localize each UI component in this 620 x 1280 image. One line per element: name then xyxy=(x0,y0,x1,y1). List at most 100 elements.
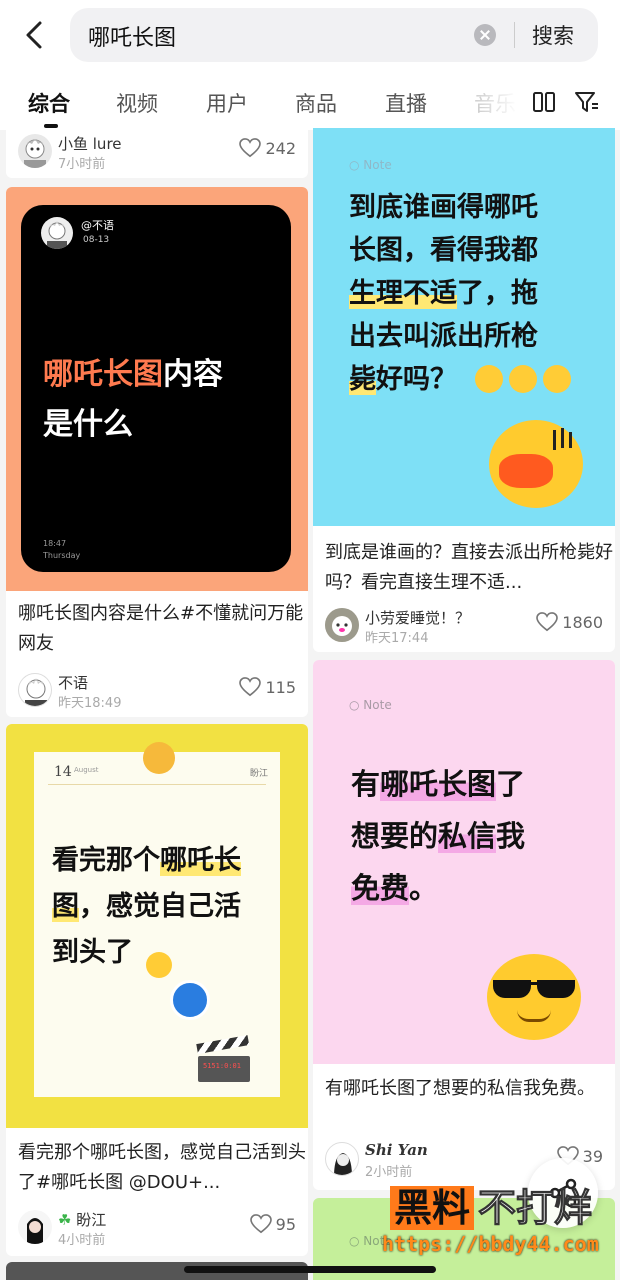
paper-line1-highlight: 哪吒长 xyxy=(160,845,241,876)
filter-icon[interactable] xyxy=(574,90,600,114)
author-name[interactable]: Shi Yan xyxy=(365,1141,428,1159)
top-bar: 哪吒长图 搜索 综合 视频 用户 商品 直播 音乐 xyxy=(0,0,620,130)
tab-general[interactable]: 综合 xyxy=(28,88,70,118)
post-cover-image: ○ Note 到底谁画得哪吒 长图，看得我都 生理不适了，拖 出去叫派出所枪 毙… xyxy=(313,128,615,526)
category-tabs: 综合 视频 用户 商品 直播 音乐 xyxy=(0,82,620,130)
avatar[interactable] xyxy=(18,134,52,168)
heart-icon[interactable] xyxy=(239,677,262,697)
clover-icon: ☘ xyxy=(58,1211,72,1229)
like-count[interactable]: 1860 xyxy=(536,612,603,632)
like-count[interactable]: 242 xyxy=(239,138,296,158)
image-clock: 18:47 xyxy=(43,539,67,548)
headline-line2: 长图，看得我都 xyxy=(349,235,538,266)
like-count-value: 39 xyxy=(582,1146,603,1166)
image-date: 08-13 xyxy=(83,235,110,245)
watermark-url: https://bbdy44.com xyxy=(382,1232,599,1256)
note-label: ○ Note xyxy=(349,698,392,712)
paper-author: 盼江 xyxy=(249,769,268,779)
clapperboard-icon: 5151:0:01 xyxy=(196,1035,250,1082)
feed-card[interactable]: 14 August 盼江 看完那个哪吒长 图，感觉自己活 到头了 5151:0:… xyxy=(6,724,308,1256)
tab-video[interactable]: 视频 xyxy=(116,88,158,118)
paper-line1: 看完那个 xyxy=(52,845,160,876)
heart-icon[interactable] xyxy=(249,1214,272,1234)
like-count-value: 95 xyxy=(275,1214,296,1234)
paper-line2-highlight: 图 xyxy=(52,891,79,922)
headline-line3-highlight: 免费 xyxy=(351,871,410,905)
phone-screenshot: @不语 08-13 哪吒长图内容 是什么 18:47 Thursday xyxy=(21,205,291,572)
note-label-text: Note xyxy=(363,158,392,172)
feed-card[interactable]: @不语 08-13 哪吒长图内容 是什么 18:47 Thursday 哪吒长图… xyxy=(6,187,308,717)
feed-card[interactable]: ○ Note 到底谁画得哪吒 长图，看得我都 生理不适了，拖 出去叫派出所枪 毙… xyxy=(313,128,615,652)
laughing-emoji-icon xyxy=(475,365,503,393)
headline-line1-highlight: 哪吒长图 xyxy=(380,767,497,801)
image-headline-rest: 内容 xyxy=(163,357,223,392)
heart-icon[interactable] xyxy=(536,612,559,632)
image-avatar xyxy=(41,217,73,249)
feed-card-partial[interactable]: 小鱼 lure 7小时前 242 xyxy=(6,128,308,178)
post-cover-image: @不语 08-13 哪吒长图内容 是什么 18:47 Thursday xyxy=(6,187,308,591)
pin-decoration xyxy=(143,742,175,774)
paper-date-day: 14 xyxy=(54,764,72,780)
paper-line3: 到头了 xyxy=(52,937,133,968)
avatar[interactable] xyxy=(325,1142,359,1176)
avatar[interactable] xyxy=(18,673,52,707)
author-name[interactable]: ☘ 盼江 xyxy=(58,1209,106,1230)
search-divider xyxy=(514,22,515,48)
post-time: 7小时前 xyxy=(58,157,106,172)
post-cover-image: 14 August 盼江 看完那个哪吒长 图，感觉自己活 到头了 5151:0:… xyxy=(6,724,308,1128)
tab-live[interactable]: 直播 xyxy=(385,88,427,118)
headline-line2-end: 我 xyxy=(496,819,526,853)
watermark-brand-a: 黑料 xyxy=(390,1186,475,1230)
author-name[interactable]: 小鱼 lure xyxy=(58,133,122,154)
headline-line5: 好吗？ xyxy=(376,364,457,395)
tab-users[interactable]: 用户 xyxy=(206,88,248,118)
author-name[interactable]: 小劳爱睡觉！？ xyxy=(365,607,470,628)
like-count[interactable]: 115 xyxy=(239,677,296,697)
feed-card[interactable]: ○ Note 有哪吒长图了 想要的私信我 免费。 有哪吒长图了想要的私信我免费。… xyxy=(313,660,615,1190)
image-username: @不语 xyxy=(81,219,114,232)
image-headline: 哪吒长图内容 是什么 xyxy=(43,350,223,450)
paper-line2: ，感觉自己活 xyxy=(79,891,241,922)
clear-icon[interactable] xyxy=(474,24,496,46)
search-box[interactable]: 哪吒长图 搜索 xyxy=(70,8,598,62)
like-count-value: 242 xyxy=(265,138,296,158)
headline-line3-end: 。 xyxy=(409,871,439,905)
post-time: 昨天17:44 xyxy=(365,631,429,646)
avatar[interactable] xyxy=(18,1210,52,1244)
home-indicator xyxy=(184,1266,436,1273)
headline-line3: 了，拖 xyxy=(457,278,538,309)
like-count[interactable]: 95 xyxy=(249,1214,296,1234)
laughing-emoji-icon xyxy=(509,365,537,393)
image-headline-line2: 是什么 xyxy=(43,407,133,442)
post-title[interactable]: 哪吒长图内容是什么#不懂就问万能网友 xyxy=(18,599,308,659)
heart-icon[interactable] xyxy=(239,138,262,158)
like-count-value: 115 xyxy=(265,677,296,697)
avatar[interactable] xyxy=(325,608,359,642)
duck-face-emoji-icon xyxy=(489,420,583,508)
post-time: 2小时前 xyxy=(365,1165,413,1180)
headline-line4: 出去叫派出所枪 xyxy=(349,321,538,352)
headline-line1: 到底谁画得哪吒 xyxy=(349,192,538,223)
post-time: 4小时前 xyxy=(58,1233,106,1248)
search-button[interactable]: 搜索 xyxy=(532,20,574,50)
author-name[interactable]: 不语 xyxy=(58,672,88,693)
post-title[interactable]: 有哪吒长图了想要的私信我免费。 xyxy=(325,1074,615,1104)
post-title[interactable]: 到底是谁画的？直接去派出所枪毙好吗？看完直接生理不适... xyxy=(325,538,615,598)
watermark: 黑料 不打烊 https://bbdy44.com xyxy=(382,1184,620,1258)
image-headline: 有哪吒长图了 想要的私信我 免费。 xyxy=(351,758,601,914)
image-day: Thursday xyxy=(43,551,81,560)
crying-emoji-icon xyxy=(146,952,172,978)
tabs-fade xyxy=(462,82,532,130)
post-title[interactable]: 看完那个哪吒长图，感觉自己活到头了#哪吒长图 @DOU+... xyxy=(18,1138,308,1198)
note-paper: 14 August 盼江 看完那个哪吒长 图，感觉自己活 到头了 5151:0:… xyxy=(34,752,280,1097)
back-arrow-icon[interactable] xyxy=(20,20,50,50)
paper-date-month: August xyxy=(74,766,99,774)
sunglasses-emoji-icon xyxy=(487,954,581,1040)
headline-line2: 想要的 xyxy=(351,819,439,853)
paper-ruler-line xyxy=(48,784,266,785)
watermark-brand-b: 不打烊 xyxy=(478,1186,593,1231)
layout-toggle-icon[interactable] xyxy=(532,90,556,114)
search-input[interactable]: 哪吒长图 xyxy=(88,20,176,52)
tab-products[interactable]: 商品 xyxy=(295,88,337,118)
post-cover-image: ○ Note 有哪吒长图了 想要的私信我 免费。 xyxy=(313,660,615,1064)
